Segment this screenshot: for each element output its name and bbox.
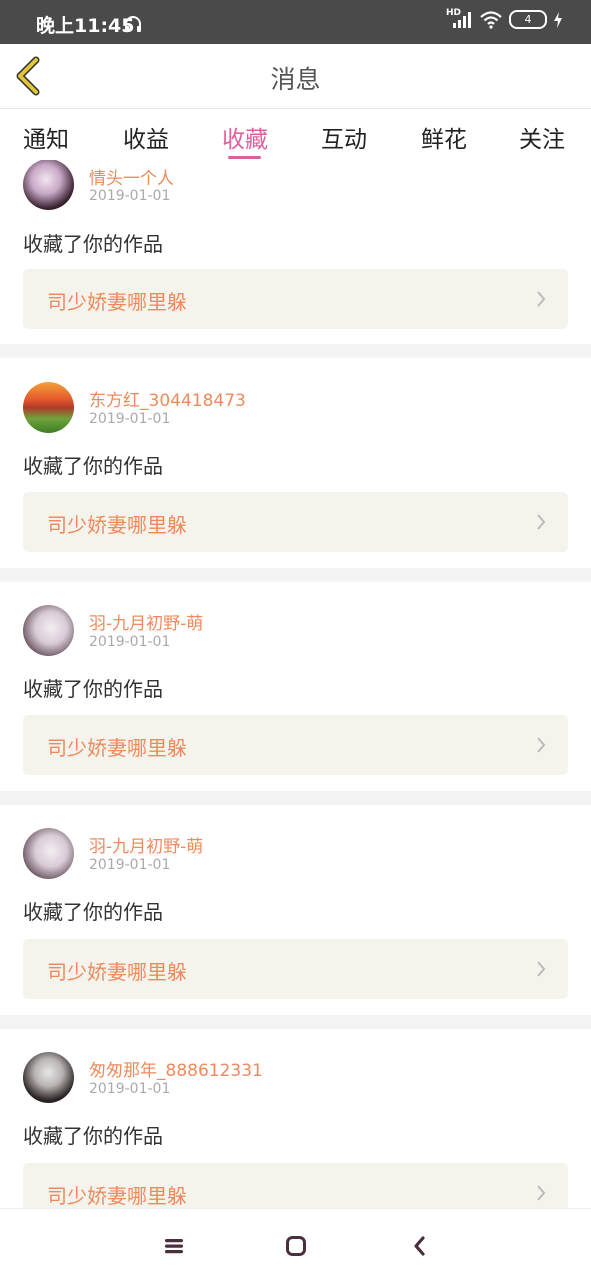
charging-icon — [554, 11, 562, 28]
chevron-right-icon — [537, 291, 546, 307]
header-bar: 消息 — [0, 44, 591, 109]
chevron-right-icon — [537, 514, 546, 530]
work-card[interactable]: 司少娇妻哪里躲 — [23, 269, 568, 329]
action-text: 收藏了你的作品 — [23, 677, 163, 701]
divider — [0, 344, 591, 358]
work-title: 司少娇妻哪里躲 — [47, 290, 187, 314]
wifi-icon — [480, 10, 502, 29]
avatar[interactable] — [23, 828, 74, 879]
work-title: 司少娇妻哪里躲 — [47, 736, 187, 760]
user-name[interactable]: 羽-九月初野-萌 — [89, 832, 203, 857]
tab-bar: 通知 收益 收藏 互动 鲜花 关注 — [0, 110, 591, 160]
user-name[interactable]: 东方红_304418473 — [89, 386, 246, 411]
avatar[interactable] — [23, 605, 74, 656]
message-date: 2019-01-01 — [89, 634, 171, 650]
tab-interactions[interactable]: 互动 — [321, 120, 367, 154]
headphones-icon — [125, 16, 141, 32]
status-time: 晚上11:45 — [36, 15, 135, 37]
divider — [0, 791, 591, 805]
system-nav-bar — [0, 1208, 591, 1281]
tab-earnings[interactable]: 收益 — [123, 120, 169, 154]
user-name[interactable]: 匆匆那年_888612331 — [89, 1056, 263, 1081]
user-name[interactable]: 情头一个人 — [89, 164, 174, 189]
tab-flowers[interactable]: 鲜花 — [421, 120, 467, 154]
tab-follows[interactable]: 关注 — [519, 120, 565, 154]
battery-indicator: 4 — [509, 10, 547, 29]
work-card[interactable]: 司少娇妻哪里躲 — [23, 492, 568, 552]
work-title: 司少娇妻哪里躲 — [47, 1184, 187, 1208]
user-name[interactable]: 羽-九月初野-萌 — [89, 609, 203, 634]
avatar[interactable] — [23, 160, 74, 210]
signal-icon — [453, 11, 471, 28]
tab-notifications[interactable]: 通知 — [23, 120, 69, 154]
active-tab-indicator — [228, 156, 261, 159]
back-icon[interactable] — [405, 1231, 435, 1261]
divider — [0, 568, 591, 582]
chevron-right-icon — [537, 737, 546, 753]
message-date: 2019-01-01 — [89, 411, 171, 427]
status-bar: 晚上11:45 HD 4 — [0, 0, 591, 44]
chevron-right-icon — [537, 961, 546, 977]
home-icon[interactable] — [281, 1231, 311, 1261]
message-list[interactable]: 情头一个人 2019-01-01 收藏了你的作品 司少娇妻哪里躲 东方红_304… — [0, 160, 591, 1208]
message-date: 2019-01-01 — [89, 857, 171, 873]
chevron-right-icon — [537, 1185, 546, 1201]
avatar[interactable] — [23, 1052, 74, 1103]
tab-favorites[interactable]: 收藏 — [222, 120, 268, 154]
message-date: 2019-01-01 — [89, 1081, 171, 1097]
avatar[interactable] — [23, 382, 74, 433]
action-text: 收藏了你的作品 — [23, 1124, 163, 1148]
work-card[interactable]: 司少娇妻哪里躲 — [23, 1163, 568, 1208]
action-text: 收藏了你的作品 — [23, 454, 163, 478]
work-title: 司少娇妻哪里躲 — [47, 960, 187, 984]
action-text: 收藏了你的作品 — [23, 900, 163, 924]
page-title: 消息 — [270, 65, 321, 94]
work-card[interactable]: 司少娇妻哪里躲 — [23, 939, 568, 999]
work-title: 司少娇妻哪里躲 — [47, 513, 187, 537]
menu-icon[interactable] — [159, 1231, 189, 1261]
divider — [0, 1015, 591, 1029]
message-date: 2019-01-01 — [89, 188, 171, 204]
work-card[interactable]: 司少娇妻哪里躲 — [23, 715, 568, 775]
action-text: 收藏了你的作品 — [23, 232, 163, 256]
